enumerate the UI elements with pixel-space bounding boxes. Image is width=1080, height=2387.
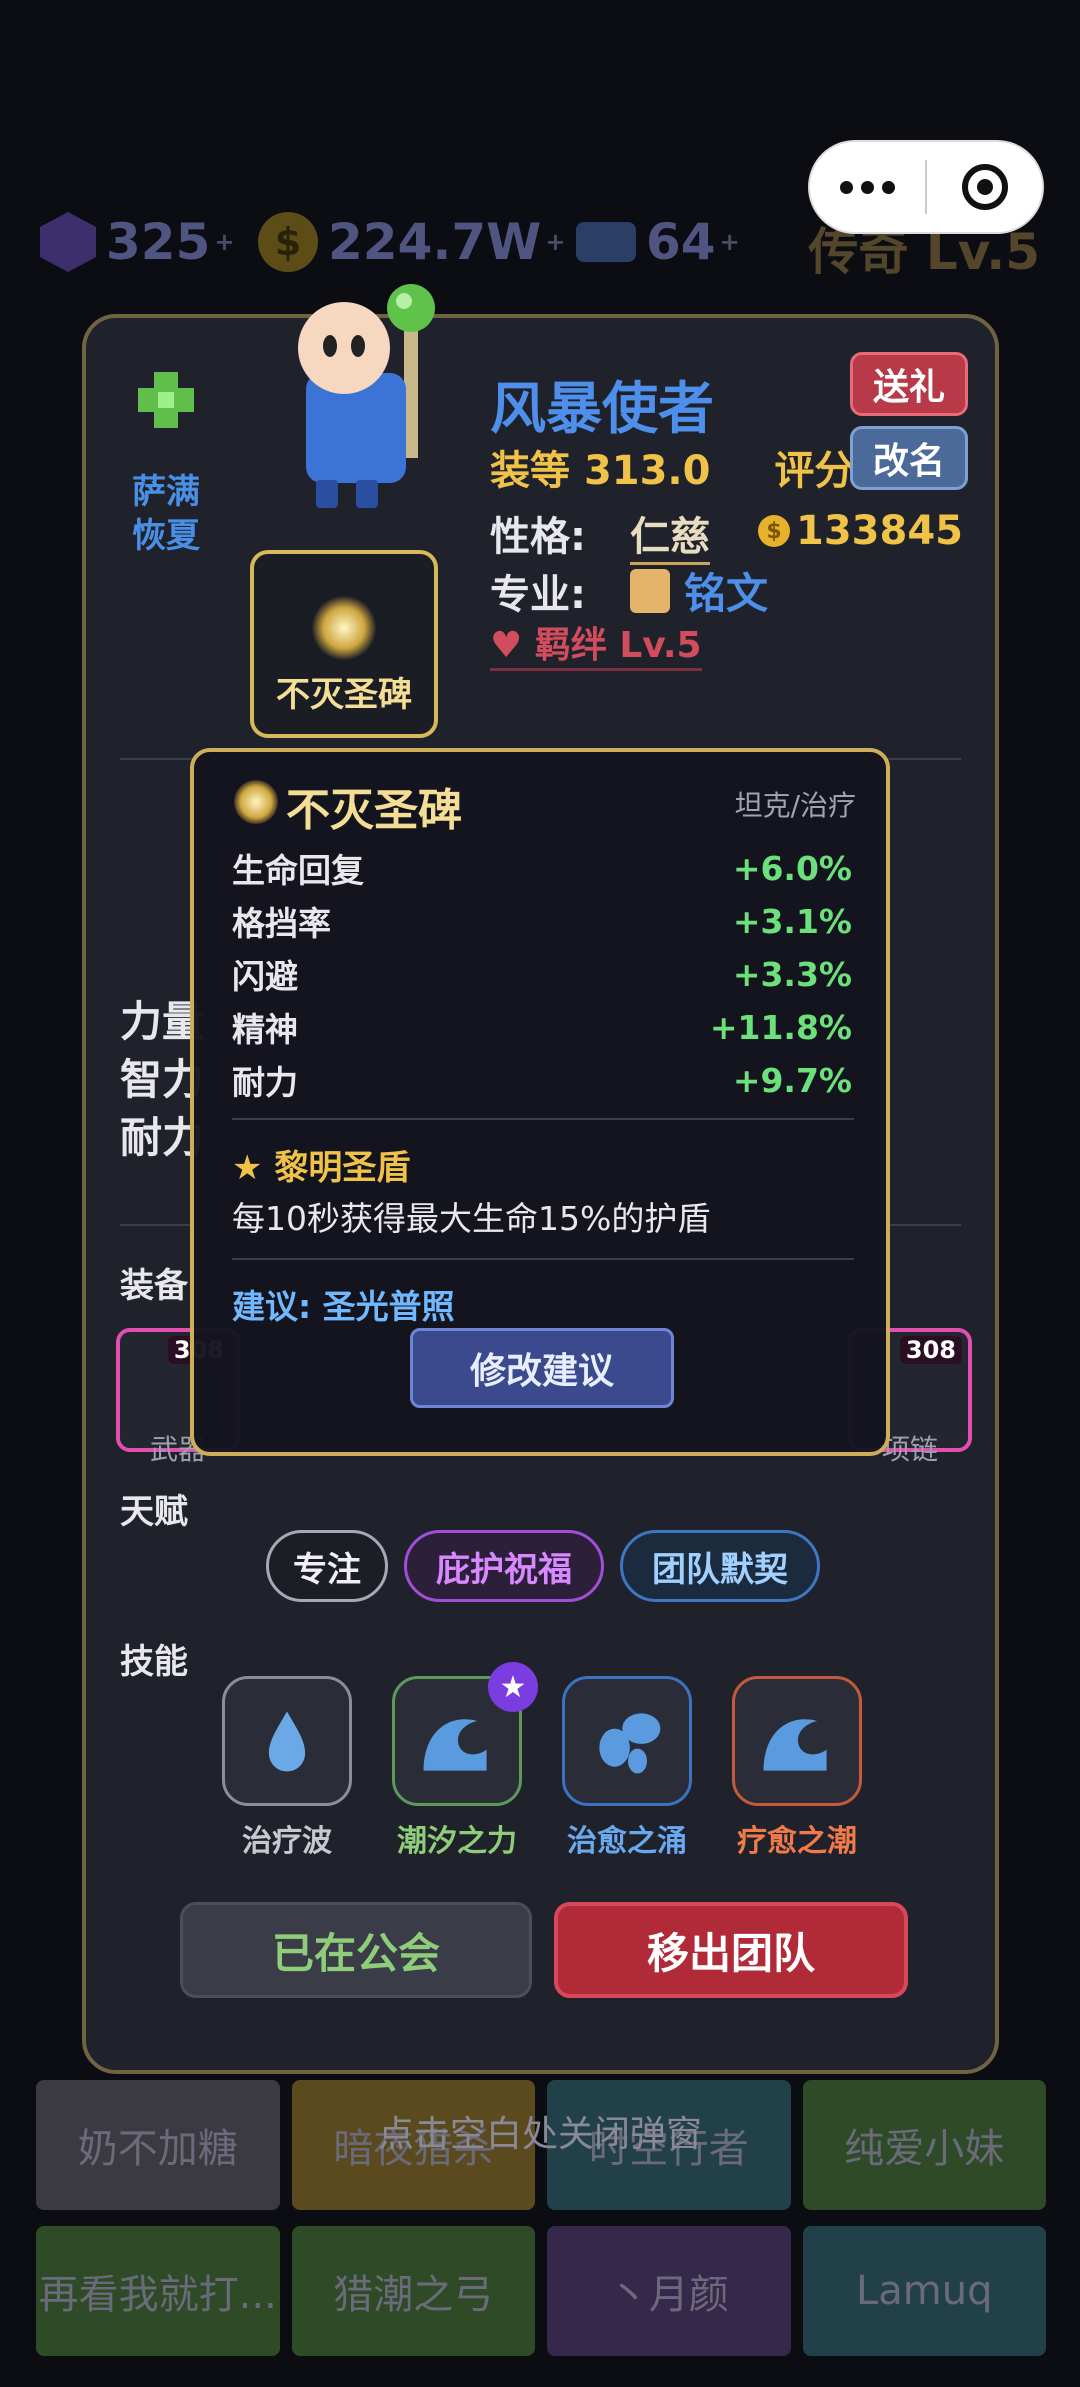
score-label: 评分: [774, 448, 855, 494]
talent-focus[interactable]: 专注: [266, 1530, 388, 1602]
roster-tile[interactable]: 猎潮之弓: [291, 2226, 535, 2356]
bond-text: 羁绊 Lv.5: [534, 625, 702, 666]
hero-money: $ 133845: [758, 508, 963, 554]
relic-tooltip: 不灭圣碑 坦克/治疗 生命回复 +6.0% 格挡率 +3.1% 闪避 +3.3%…: [190, 748, 890, 1456]
heart-icon: ♥: [490, 625, 523, 666]
hero-avatar: [298, 284, 435, 508]
ticket-icon: [576, 222, 636, 262]
ticket-add-icon[interactable]: +: [720, 228, 740, 256]
tooltip-stat-row: 精神 +11.8%: [232, 1001, 852, 1053]
wave-icon: [763, 1719, 827, 1771]
roster-tile-label: 再看我就打...: [38, 2272, 277, 2318]
hero-money-value: 133845: [796, 508, 963, 554]
stat-value: +6.0%: [732, 848, 852, 888]
close-hint[interactable]: 点击空白处关闭弹窗: [0, 2105, 1080, 2157]
skill-healing-tide[interactable]: [732, 1676, 862, 1806]
gear-score-line: 装等 313.0 评分: [490, 438, 854, 496]
relic-icon: [312, 596, 376, 660]
edit-suggestion-button[interactable]: 修改建议: [410, 1328, 674, 1408]
gem-count: 325: [106, 213, 211, 271]
relic-icon: [234, 780, 278, 824]
equip-level: 308: [899, 1336, 962, 1364]
stat-value: +11.8%: [709, 1007, 852, 1047]
roster-tile[interactable]: 丶月颜: [547, 2226, 791, 2356]
profession[interactable]: 铭文: [630, 560, 768, 621]
scroll-icon: [630, 568, 670, 613]
talent-protection-blessing[interactable]: 庇护祝福: [404, 1530, 604, 1602]
tooltip-stat-row: 耐力 +9.7%: [232, 1054, 852, 1106]
gift-button[interactable]: 送礼: [850, 352, 968, 416]
tooltip-divider: [232, 1258, 854, 1260]
roster-tile-label: Lamuq: [855, 2268, 993, 2314]
ticket-count: 64: [646, 213, 716, 271]
profession-label: 专业:: [490, 572, 586, 618]
stat-name: 格挡率: [232, 904, 331, 943]
skill-label: 治疗波: [242, 1824, 332, 1859]
skill-healing-wave[interactable]: [222, 1676, 352, 1806]
relic-label: 不灭圣碑: [276, 675, 412, 715]
suggestion-text: 建议: 圣光普照: [232, 1287, 455, 1326]
ticket-counter[interactable]: 64 +: [576, 212, 740, 272]
passive-description: 每10秒获得最大生命15%的护盾: [232, 1199, 711, 1238]
gem-add-icon[interactable]: +: [214, 228, 234, 256]
skill-label: 潮汐之力: [397, 1824, 517, 1859]
skill-label: 疗愈之潮: [737, 1824, 857, 1859]
gem-icon: [40, 212, 96, 272]
stat-name: 耐力: [232, 1063, 298, 1102]
tooltip-stat-row: 格挡率 +3.1%: [232, 895, 852, 947]
relic-slot[interactable]: 不灭圣碑: [250, 550, 438, 738]
close-miniprogram-icon[interactable]: [927, 164, 1042, 210]
water-drop-icon: [268, 1711, 306, 1772]
tooltip-roles: 坦克/治疗: [734, 789, 856, 822]
tooltip-divider: [232, 1118, 854, 1120]
hero-class-line1: 萨满: [132, 472, 200, 512]
bond-level[interactable]: ♥ 羁绊 Lv.5: [490, 616, 702, 671]
personality-label: 性格:: [490, 514, 586, 560]
stat-value: +9.7%: [732, 1060, 852, 1100]
skill-label: 治愈之涌: [567, 1824, 687, 1859]
hero-class-line2: 恢夏: [132, 516, 200, 556]
remove-from-team-button[interactable]: 移出团队: [554, 1902, 908, 1998]
equipment-title: 装备: [120, 1266, 188, 1306]
stat-name: 闪避: [232, 957, 298, 996]
hero-class: 萨满 恢夏: [106, 470, 226, 558]
miniprogram-capsule: [808, 140, 1044, 234]
stat-value: +3.3%: [732, 954, 852, 994]
roster-tile[interactable]: 再看我就打...: [36, 2226, 280, 2356]
tooltip-stat-row: 生命回复 +6.0%: [232, 842, 852, 894]
talents-title: 天赋: [120, 1492, 188, 1532]
coin-icon: $: [758, 515, 790, 547]
stat-name: 精神: [232, 1010, 298, 1049]
rename-button[interactable]: 改名: [850, 426, 968, 490]
coin-counter[interactable]: $ 224.7W +: [258, 212, 565, 272]
coin-count: 224.7W: [328, 213, 542, 271]
stat-value: +3.1%: [732, 901, 852, 941]
roster-tile-label: 丶月颜: [608, 2272, 729, 2318]
hero-name: 风暴使者: [490, 377, 714, 442]
tooltip-stat-row: 闪避 +3.3%: [232, 948, 852, 1000]
coin-icon: $: [258, 212, 318, 272]
talent-team-synergy[interactable]: 团队默契: [620, 1530, 820, 1602]
splash-icon: [599, 1713, 661, 1774]
background-roster-row-2: 再看我就打... 猎潮之弓 丶月颜 Lamuq: [36, 2226, 1046, 2356]
passive-name: ★ 黎明圣盾: [232, 1148, 411, 1188]
stat-name: 生命回复: [232, 851, 364, 890]
in-guild-button[interactable]: 已在公会: [180, 1902, 532, 1998]
roster-tile-label: 猎潮之弓: [333, 2272, 494, 2318]
shaman-class-icon: [138, 372, 194, 428]
roster-tile[interactable]: Lamuq: [802, 2226, 1046, 2356]
gear-value: 313.0: [583, 448, 711, 494]
personality-value[interactable]: 仁慈: [630, 504, 710, 565]
more-icon[interactable]: [810, 180, 925, 194]
gem-counter[interactable]: 325 +: [40, 212, 234, 272]
profession-value: 铭文: [684, 569, 769, 618]
gear-label: 装等: [490, 448, 570, 494]
skill-star-badge: ★: [488, 1662, 538, 1712]
skill-healing-surge[interactable]: [562, 1676, 692, 1806]
tooltip-title: 不灭圣碑: [286, 785, 462, 836]
skills-title: 技能: [120, 1642, 188, 1682]
coin-add-icon[interactable]: +: [545, 228, 565, 256]
